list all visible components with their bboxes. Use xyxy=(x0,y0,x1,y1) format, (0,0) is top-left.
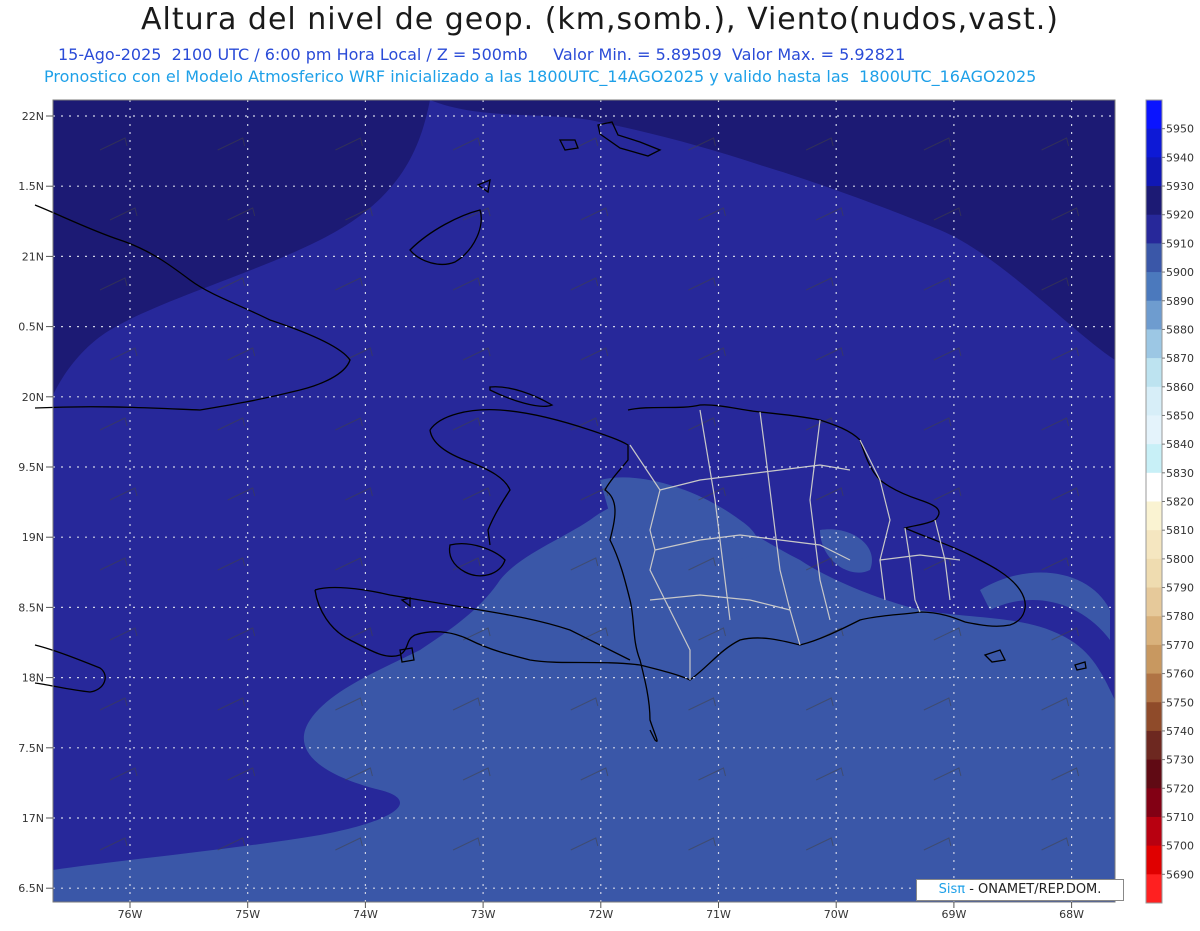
longitude-label: 75W xyxy=(235,908,260,921)
latitude-label: 20N xyxy=(22,391,44,404)
colorbar-swatch xyxy=(1146,788,1162,818)
credit-text: - ONAMET/REP.DOM. xyxy=(965,882,1102,897)
longitude-label: 76W xyxy=(118,908,143,921)
longitude-label: 73W xyxy=(471,908,496,921)
latitude-label: 22N xyxy=(22,110,44,123)
colorbar-swatch xyxy=(1146,816,1162,847)
colorbar-swatch xyxy=(1146,501,1162,531)
longitude-labels: 76W 75W 74W 73W 72W 71W 70W 69W 68W xyxy=(118,902,1084,921)
brand-logo: Sisπ xyxy=(938,882,966,897)
colorbar-swatch xyxy=(1146,186,1162,216)
longitude-label: 69W xyxy=(941,908,966,921)
colorbar-value: 5950 xyxy=(1166,123,1194,136)
colorbar-swatch xyxy=(1146,329,1162,359)
latitude-label: 9.5N xyxy=(18,461,44,474)
colorbar-swatch xyxy=(1146,644,1162,675)
color-scale-bar: 5950 5940 5930 5920 5910 5900 5890 5880 5870 5860… xyxy=(1145,99,1194,904)
geopotential-fill xyxy=(53,100,1115,902)
colorbar-swatch xyxy=(1146,415,1162,445)
colorbar-swatch xyxy=(1146,730,1162,761)
colorbar-swatch xyxy=(1146,243,1162,273)
colorbar-swatch xyxy=(1146,100,1162,130)
credit-box: Sisπ - ONAMET/REP.DOM. xyxy=(916,879,1124,901)
longitude-label: 71W xyxy=(706,908,731,921)
colorbar-swatch xyxy=(1146,128,1162,158)
longitude-label: 70W xyxy=(824,908,849,921)
latitude-label: 17N xyxy=(22,812,44,825)
colorbar-value: 5890 xyxy=(1166,295,1194,308)
colorbar-swatch xyxy=(1146,157,1162,187)
latitude-label: 7.5N xyxy=(18,742,44,755)
latitude-label: 0.5N xyxy=(18,321,44,334)
colorbar-value: 5910 xyxy=(1166,237,1194,250)
colorbar-value: 5940 xyxy=(1166,151,1194,164)
colorbar-value: 5920 xyxy=(1166,209,1194,222)
colorbar-value: 5840 xyxy=(1166,438,1194,451)
colorbar-swatch xyxy=(1146,673,1162,703)
colorbar-swatch xyxy=(1146,702,1162,732)
longitude-label: 74W xyxy=(353,908,378,921)
colorbar-value: 5800 xyxy=(1166,553,1194,566)
colorbar-swatch xyxy=(1146,587,1162,617)
colorbar-swatch xyxy=(1146,300,1162,330)
longitude-label: 72W xyxy=(588,908,613,921)
colorbar-value: 5780 xyxy=(1166,610,1194,623)
longitude-label: 68W xyxy=(1059,908,1084,921)
colorbar-value: 5870 xyxy=(1166,352,1194,365)
colorbar-value: 5900 xyxy=(1166,266,1194,279)
colorbar-swatch xyxy=(1146,386,1162,416)
colorbar-swatch xyxy=(1146,558,1162,589)
colorbar-swatch xyxy=(1146,214,1162,244)
latitude-label: 8.5N xyxy=(18,601,44,614)
colorbar-value: 5850 xyxy=(1166,409,1194,422)
colorbar-swatch xyxy=(1146,759,1162,789)
colorbar-swatch xyxy=(1146,472,1162,502)
colorbar-swatch xyxy=(1146,358,1162,388)
colorbar-swatch xyxy=(1146,845,1162,875)
colorbar-swatch xyxy=(1146,874,1162,904)
colorbar-swatch xyxy=(1146,616,1162,646)
colorbar-value: 5720 xyxy=(1166,782,1194,795)
colorbar-value: 5810 xyxy=(1166,524,1194,537)
colorbar-value: 5710 xyxy=(1166,811,1194,824)
colorbar-value: 5830 xyxy=(1166,467,1194,480)
latitude-labels: 22N 1.5N 21N 0.5N 20N 9.5N 19N 8.5N 18N 7.5N 17N 6.… xyxy=(18,110,53,895)
colorbar-value: 5750 xyxy=(1166,696,1194,709)
map-canvas: 22N 1.5N 21N 0.5N 20N 9.5N 19N 8.5N 18N 7.5N 17N 6.… xyxy=(0,0,1200,927)
colorbar-swatch xyxy=(1146,530,1162,560)
colorbar-value: 5700 xyxy=(1166,840,1194,853)
colorbar-value: 5770 xyxy=(1166,639,1194,652)
latitude-label: 1.5N xyxy=(18,180,44,193)
colorbar-swatch xyxy=(1146,444,1162,474)
latitude-label: 18N xyxy=(22,672,44,685)
colorbar-value: 5740 xyxy=(1166,725,1194,738)
colorbar-value: 5860 xyxy=(1166,381,1194,394)
colorbar-value: 5690 xyxy=(1166,868,1194,881)
colorbar-value: 5730 xyxy=(1166,754,1194,767)
colorbar-value: 5760 xyxy=(1166,668,1194,681)
colorbar-value: 5880 xyxy=(1166,323,1194,336)
latitude-label: 6.5N xyxy=(18,882,44,895)
colorbar-swatch xyxy=(1146,272,1162,302)
colorbar-value: 5820 xyxy=(1166,496,1194,509)
colorbar-value: 5790 xyxy=(1166,582,1194,595)
colorbar-value: 5930 xyxy=(1166,180,1194,193)
latitude-label: 19N xyxy=(22,531,44,544)
latitude-label: 21N xyxy=(22,250,44,263)
